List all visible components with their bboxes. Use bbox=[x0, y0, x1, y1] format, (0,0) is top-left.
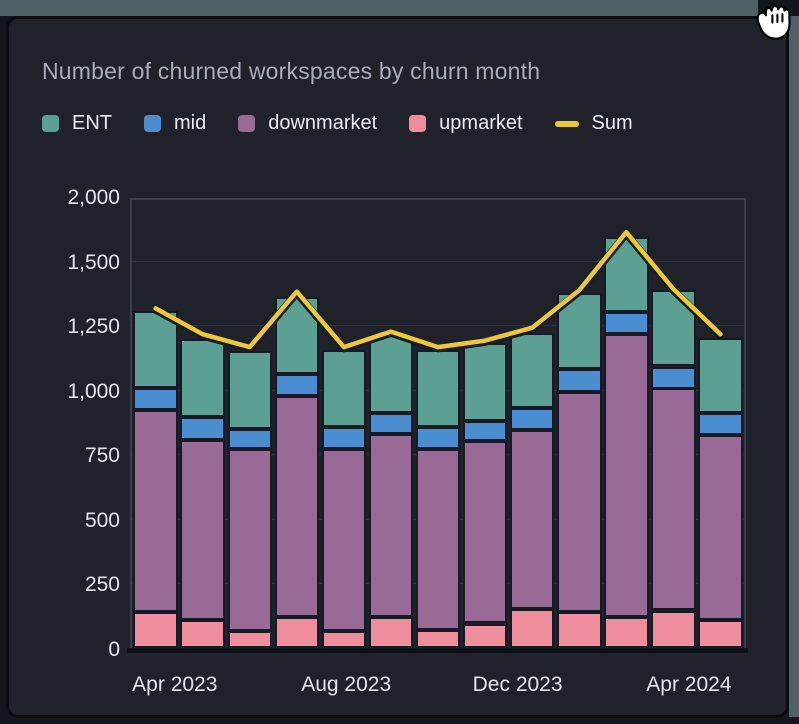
mid-swatch-icon bbox=[144, 115, 161, 132]
legend-item-mid[interactable]: mid bbox=[144, 112, 206, 135]
plot-area bbox=[130, 198, 746, 650]
sum-line-swatch-icon bbox=[555, 121, 579, 127]
y-tick-label: 1,500 bbox=[18, 251, 120, 275]
y-tick-label: 500 bbox=[18, 509, 120, 533]
y-tick-label: 250 bbox=[18, 573, 120, 597]
grab-hand-cursor-icon bbox=[752, 0, 798, 42]
x-tick-label: Apr 2023 bbox=[132, 672, 217, 698]
legend-label: upmarket bbox=[439, 112, 522, 135]
sum-line bbox=[132, 200, 744, 648]
chart-legend: ENT mid downmarket upmarket Sum bbox=[42, 112, 633, 135]
legend-item-sum[interactable]: Sum bbox=[555, 112, 633, 135]
legend-item-downmarket[interactable]: downmarket bbox=[238, 112, 377, 135]
page-background-strip-top bbox=[0, 0, 758, 16]
upmarket-swatch-icon bbox=[409, 115, 426, 132]
y-tick-label: 0 bbox=[18, 638, 120, 662]
legend-label: Sum bbox=[592, 112, 633, 135]
y-tick-label: 1,000 bbox=[18, 380, 120, 404]
legend-label: downmarket bbox=[268, 112, 377, 135]
y-tick-label: 2,000 bbox=[18, 186, 120, 210]
x-tick-label: Aug 2023 bbox=[301, 672, 391, 698]
downmarket-swatch-icon bbox=[238, 115, 255, 132]
legend-label: ENT bbox=[72, 112, 112, 135]
y-tick-label: 750 bbox=[18, 444, 120, 468]
ent-swatch-icon bbox=[42, 115, 59, 132]
x-tick-label: Dec 2023 bbox=[473, 672, 563, 698]
x-tick-label: Apr 2024 bbox=[646, 672, 731, 698]
legend-label: mid bbox=[174, 112, 206, 135]
chart-title: Number of churned workspaces by churn mo… bbox=[42, 58, 540, 85]
legend-item-upmarket[interactable]: upmarket bbox=[409, 112, 522, 135]
y-tick-label: 1,250 bbox=[18, 315, 120, 339]
x-axis-line bbox=[127, 648, 748, 653]
legend-item-ent[interactable]: ENT bbox=[42, 112, 112, 135]
dashboard-panel-screenshot: Number of churned workspaces by churn mo… bbox=[0, 0, 799, 724]
page-background-strip-right bbox=[789, 16, 799, 717]
